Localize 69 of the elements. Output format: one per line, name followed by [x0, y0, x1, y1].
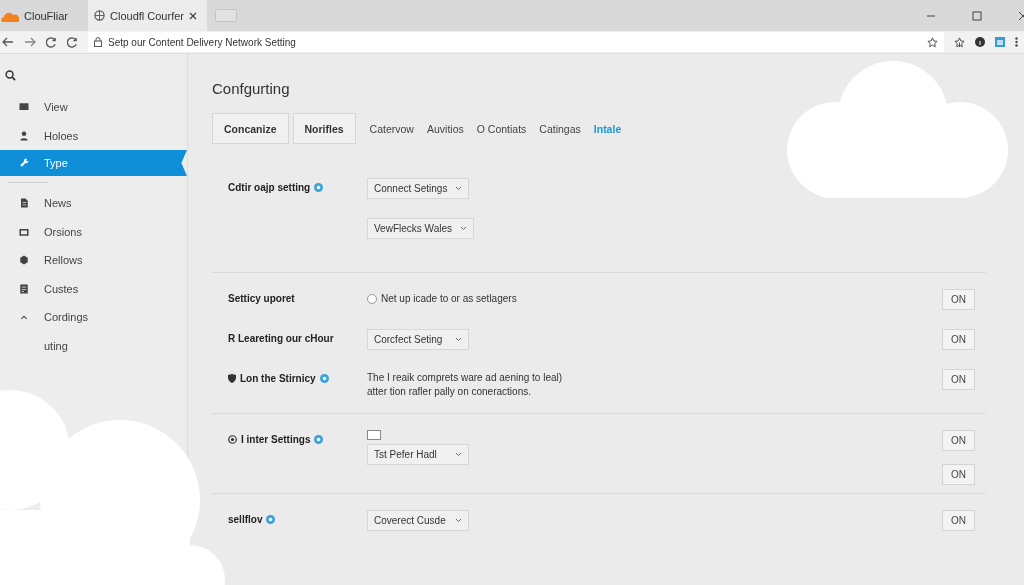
tab[interactable]: O Contiats — [476, 122, 527, 135]
sidebar-item[interactable]: uting — [0, 331, 187, 360]
dropdown[interactable]: Tst Pefer Hadl — [367, 444, 469, 465]
target-icon — [228, 435, 237, 444]
sidebar-item[interactable]: Type — [0, 150, 187, 176]
info-icon[interactable] — [975, 37, 985, 47]
forward-icon[interactable] — [24, 37, 36, 47]
caret-icon — [455, 337, 462, 342]
sidebar-item[interactable]: Custes — [0, 274, 187, 303]
caret-icon — [460, 226, 467, 231]
tab-title: Cloudfl Courfer — [110, 9, 184, 22]
radio-button[interactable] — [367, 293, 377, 304]
shield-icon — [228, 374, 236, 383]
sidebar-item[interactable]: View — [0, 93, 187, 122]
on-button[interactable]: ON — [942, 510, 975, 531]
dropdown[interactable]: Coverect Cusde — [367, 510, 469, 531]
tab[interactable]: Auvitios — [426, 122, 464, 135]
setting-label: Cdtir oajp setting — [228, 182, 311, 193]
sidebar-item[interactable]: Orsions — [0, 217, 187, 246]
address-bar[interactable]: Setp our Content Delivery Network Setting — [88, 32, 944, 52]
search-icon[interactable] — [5, 70, 16, 81]
browser-tab[interactable]: Cloudfl Courfer — [88, 0, 207, 31]
sidebar-item-icon — [18, 157, 30, 169]
caret-icon — [455, 452, 462, 457]
maximize-icon[interactable] — [972, 10, 982, 21]
tab[interactable]: Norifles — [292, 113, 356, 144]
lock-icon — [94, 37, 102, 47]
sidebar-item[interactable]: News — [0, 189, 187, 218]
setting-label: sellflov — [228, 514, 263, 525]
close-icon[interactable] — [1018, 10, 1024, 21]
setting-label: I inter Settings — [241, 434, 311, 445]
radio-label: Net up icade to or as setlagers — [381, 293, 517, 304]
tab[interactable]: Concanize — [212, 113, 289, 144]
caret-icon — [455, 518, 462, 523]
dropdown[interactable]: Connect Setings — [367, 178, 470, 199]
sidebar-item-icon — [18, 282, 30, 295]
browser-tab[interactable]: ClouFliar — [0, 0, 74, 31]
description-text: The I reaik comprets ware ad aening to leal) atter tion rafler pally on coneractions. — [367, 371, 564, 399]
setting-label: Setticy uporet — [228, 293, 295, 304]
on-button[interactable]: ON — [942, 464, 975, 485]
sidebar-item[interactable]: Rellows — [0, 246, 187, 275]
reload-icon[interactable] — [67, 36, 78, 48]
address-text: Setp our Content Delivery Network Setting — [108, 36, 296, 48]
setting-label: R Leareting our cHour — [228, 333, 334, 344]
setting-label: Lon the Stirnicy — [240, 373, 316, 384]
sidebar-item-icon — [18, 254, 30, 267]
dropdown[interactable]: Corcfect Seting — [367, 329, 469, 350]
on-button[interactable]: ON — [942, 329, 975, 350]
page-title: Confgurting — [212, 80, 291, 97]
close-icon[interactable] — [189, 11, 197, 20]
tab[interactable]: Catervow — [369, 122, 414, 135]
back-icon[interactable] — [2, 37, 14, 47]
reload-icon[interactable] — [46, 36, 57, 48]
tab[interactable]: Catingas — [539, 122, 581, 135]
checkbox[interactable] — [367, 430, 381, 440]
tab-title: ClouFliar — [24, 9, 68, 22]
menu-icon[interactable] — [1015, 37, 1018, 47]
star-icon[interactable] — [927, 36, 938, 48]
sidebar-item-icon — [18, 129, 30, 142]
bookmark-icon[interactable] — [954, 36, 965, 48]
on-button[interactable]: ON — [942, 430, 975, 451]
sidebar-item[interactable]: Cordings — [0, 303, 187, 332]
on-button[interactable]: ON — [942, 289, 975, 310]
on-button[interactable]: ON — [942, 369, 975, 390]
sidebar-item-icon — [18, 197, 30, 210]
globe-icon — [94, 10, 105, 21]
dropdown[interactable]: VewFlecks Wales — [367, 218, 474, 239]
sidebar-item[interactable]: Holoes — [0, 121, 187, 150]
caret-icon — [455, 186, 463, 191]
